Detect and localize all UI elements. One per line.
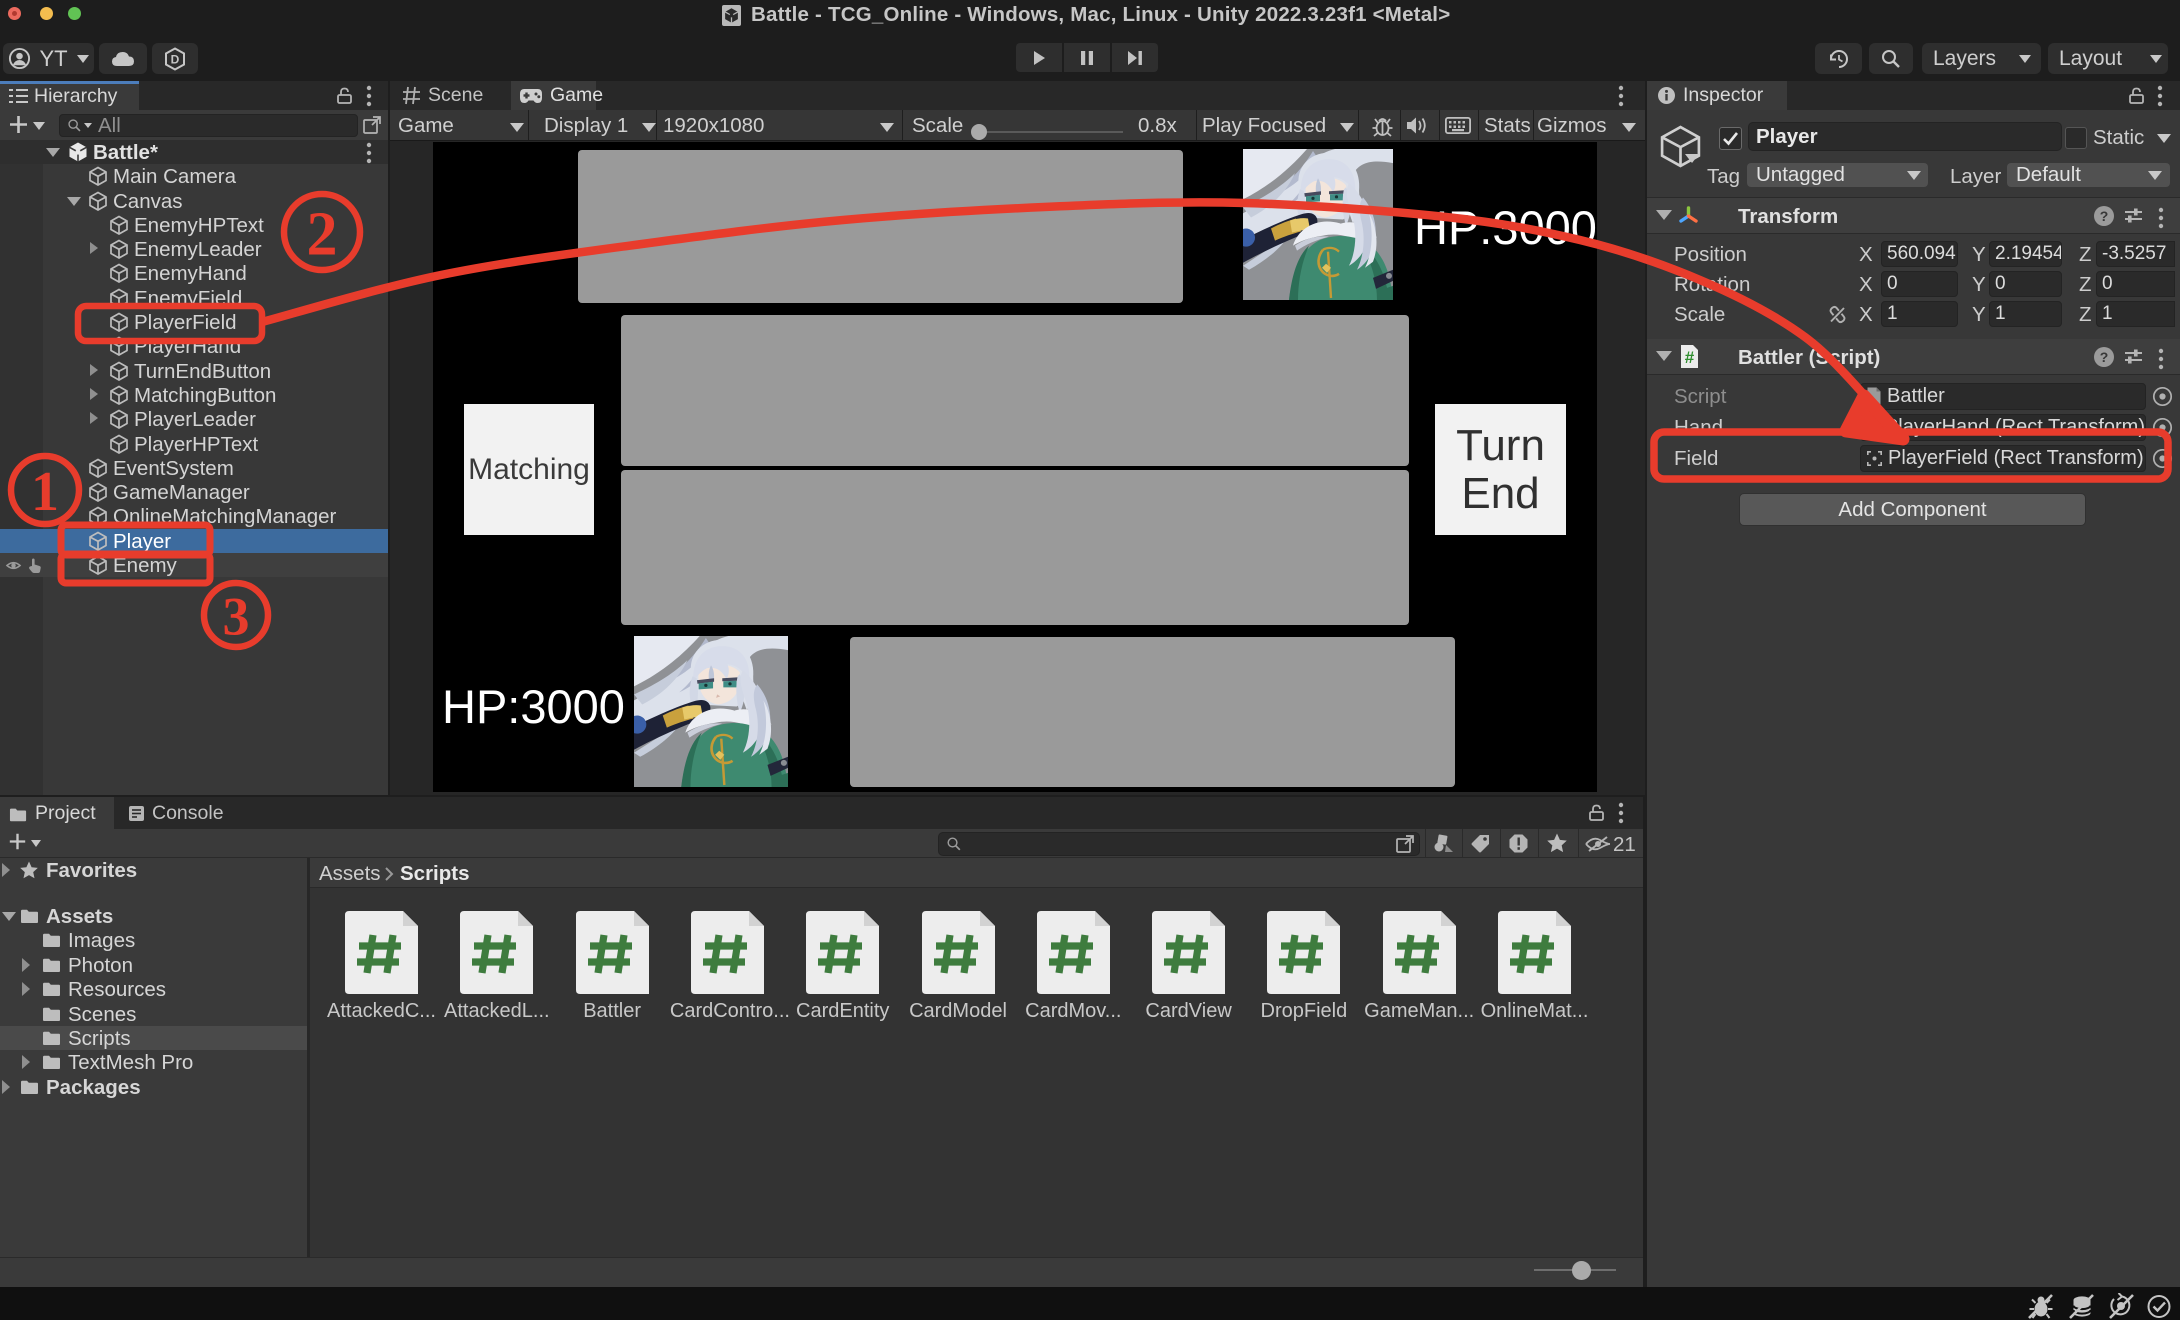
svg-text:#: # <box>1685 348 1695 367</box>
svg-text:?: ? <box>2100 208 2109 224</box>
svg-text:D: D <box>171 52 180 66</box>
svg-text:?: ? <box>2100 349 2109 365</box>
